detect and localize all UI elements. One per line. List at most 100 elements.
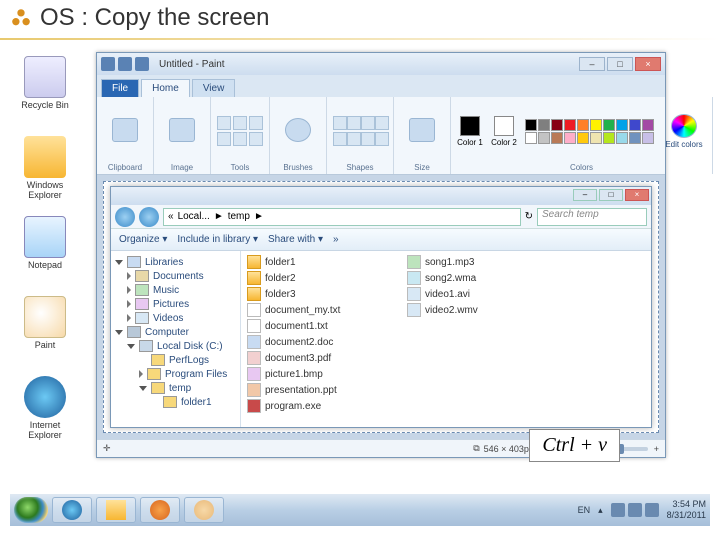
paint-titlebar[interactable]: Untitled - Paint – □ ×	[97, 53, 665, 75]
qat-save-icon[interactable]	[101, 57, 115, 71]
explorer-address-bar: « Local... ► temp ► ↻ Search temp	[111, 205, 651, 229]
cursor-pos-icon: ✛	[103, 443, 111, 454]
page-title: OS : Copy the screen	[40, 4, 269, 32]
file-item[interactable]: song1.mp3	[407, 255, 547, 269]
nav-item[interactable]: Music	[115, 283, 236, 297]
file-item[interactable]: document3.pdf	[247, 351, 387, 365]
file-item[interactable]: folder2	[247, 271, 387, 285]
tab-file[interactable]: File	[101, 79, 139, 97]
qat-undo-icon[interactable]	[118, 57, 132, 71]
quick-access-toolbar	[101, 57, 149, 71]
qat-redo-icon[interactable]	[135, 57, 149, 71]
file-item[interactable]: presentation.ppt	[247, 383, 387, 397]
lang-indicator[interactable]: EN	[578, 505, 591, 515]
slide-title-row: OS : Copy the screen	[0, 0, 720, 36]
color2-button[interactable]: Color 2	[491, 116, 517, 147]
shapes-grid[interactable]	[333, 116, 387, 146]
minimize-button[interactable]: –	[579, 57, 605, 71]
file-item[interactable]: program.exe	[247, 399, 387, 413]
file-item[interactable]: folder3	[247, 287, 387, 301]
nav-item[interactable]: Computer	[115, 325, 236, 339]
group-size: Size	[394, 97, 451, 174]
group-brushes: Brushes	[270, 97, 327, 174]
desktop-icon-recycle[interactable]: Recycle Bin	[15, 56, 75, 110]
nav-item[interactable]: Local Disk (C:)	[115, 339, 236, 353]
explorer-window: – □ × « Local... ► temp	[110, 186, 652, 428]
select-button[interactable]	[160, 118, 204, 144]
ribbon-tabs: File Home View	[97, 75, 665, 97]
slide: OS : Copy the screen Recycle Bin Windows …	[0, 0, 720, 540]
nav-item[interactable]: folder1	[115, 395, 236, 409]
nav-item[interactable]: PerfLogs	[115, 353, 236, 367]
file-item[interactable]: folder1	[247, 255, 387, 269]
group-image: Image	[154, 97, 211, 174]
close-button[interactable]: ×	[635, 57, 661, 71]
explorer-titlebar[interactable]: – □ ×	[111, 187, 651, 205]
file-item[interactable]: video2.wmv	[407, 303, 547, 317]
file-item[interactable]: document1.txt	[247, 319, 387, 333]
taskbar-media[interactable]	[140, 497, 180, 523]
ex-maximize-button[interactable]: □	[599, 189, 623, 201]
share-menu[interactable]: Share with ▾	[268, 234, 323, 245]
organize-menu[interactable]: Organize ▾	[119, 234, 167, 245]
forward-button[interactable]	[139, 207, 159, 227]
desktop-icon-notepad[interactable]: Notepad	[15, 216, 75, 270]
zoom-in-icon[interactable]: +	[654, 444, 659, 454]
tools-grid[interactable]	[217, 116, 263, 146]
brushes-button[interactable]	[276, 118, 320, 144]
group-tools: Tools	[211, 97, 270, 174]
color-palette[interactable]	[525, 119, 654, 144]
paint-canvas[interactable]: – □ × « Local... ► temp	[103, 181, 659, 433]
nav-item[interactable]: Program Files	[115, 367, 236, 381]
desktop-icon-ie[interactable]: Internet Explorer	[15, 376, 75, 440]
ribbon: Clipboard Image Tools Brushes Shapes	[97, 97, 665, 175]
search-input[interactable]: Search temp	[537, 208, 647, 226]
taskbar-ie[interactable]	[52, 497, 92, 523]
desktop: Recycle Bin Windows Explorer Notepad Paint I…	[10, 46, 710, 526]
explorer-body: LibrariesDocumentsMusicPicturesVideosCom…	[111, 251, 651, 427]
file-item[interactable]: song2.wma	[407, 271, 547, 285]
maximize-button[interactable]: □	[607, 57, 633, 71]
logo-icon	[10, 7, 32, 29]
dimensions-icon: ⧉	[473, 443, 479, 454]
ex-minimize-button[interactable]: –	[573, 189, 597, 201]
canvas-dimensions: ⧉ 546 × 403px	[473, 443, 533, 454]
nav-item[interactable]: Pictures	[115, 297, 236, 311]
size-button[interactable]	[400, 118, 444, 144]
explorer-toolbar: Organize ▾ Include in library ▾ Share wi…	[111, 229, 651, 251]
group-clipboard: Clipboard	[97, 97, 154, 174]
file-item[interactable]: document2.doc	[247, 335, 387, 349]
taskbar[interactable]: EN ▴ 3:54 PM 8/31/2011	[10, 494, 710, 526]
color1-button[interactable]: Color 1	[457, 116, 483, 147]
taskbar-paint[interactable]	[184, 497, 224, 523]
clock[interactable]: 3:54 PM 8/31/2011	[667, 499, 706, 521]
breadcrumb[interactable]: « Local... ► temp ►	[163, 208, 521, 226]
ex-close-button[interactable]: ×	[625, 189, 649, 201]
tray-expand-icon[interactable]: ▴	[598, 505, 603, 516]
explorer-file-list[interactable]: folder1 folder2 folder3 document_my.txtdocu…	[241, 251, 651, 427]
nav-item[interactable]: Videos	[115, 311, 236, 325]
more-menu[interactable]: »	[333, 234, 339, 245]
back-button[interactable]	[115, 207, 135, 227]
refresh-icon[interactable]: ↻	[525, 211, 533, 222]
nav-item[interactable]: Libraries	[115, 255, 236, 269]
paste-button[interactable]	[103, 118, 147, 144]
desktop-icon-paint[interactable]: Paint	[15, 296, 75, 350]
tab-home[interactable]: Home	[141, 79, 190, 97]
include-menu[interactable]: Include in library ▾	[177, 234, 258, 245]
desktop-icon-explorer[interactable]: Windows Explorer	[15, 136, 75, 200]
explorer-nav-tree[interactable]: LibrariesDocumentsMusicPicturesVideosCom…	[111, 251, 241, 427]
nav-item[interactable]: temp	[115, 381, 236, 395]
taskbar-explorer[interactable]	[96, 497, 136, 523]
nav-item[interactable]: Documents	[115, 269, 236, 283]
tray-icons[interactable]	[611, 503, 659, 517]
tab-view[interactable]: View	[192, 79, 236, 97]
file-item[interactable]: video1.avi	[407, 287, 547, 301]
paint-window-title: Untitled - Paint	[159, 59, 579, 70]
group-colors: Color 1 Color 2 Edit colors Colors	[451, 97, 713, 174]
edit-colors-button[interactable]: Edit colors	[662, 114, 706, 149]
file-item[interactable]: picture1.bmp	[247, 367, 387, 381]
file-item[interactable]: document_my.txt	[247, 303, 387, 317]
start-button[interactable]	[14, 497, 48, 523]
divider	[0, 38, 720, 40]
